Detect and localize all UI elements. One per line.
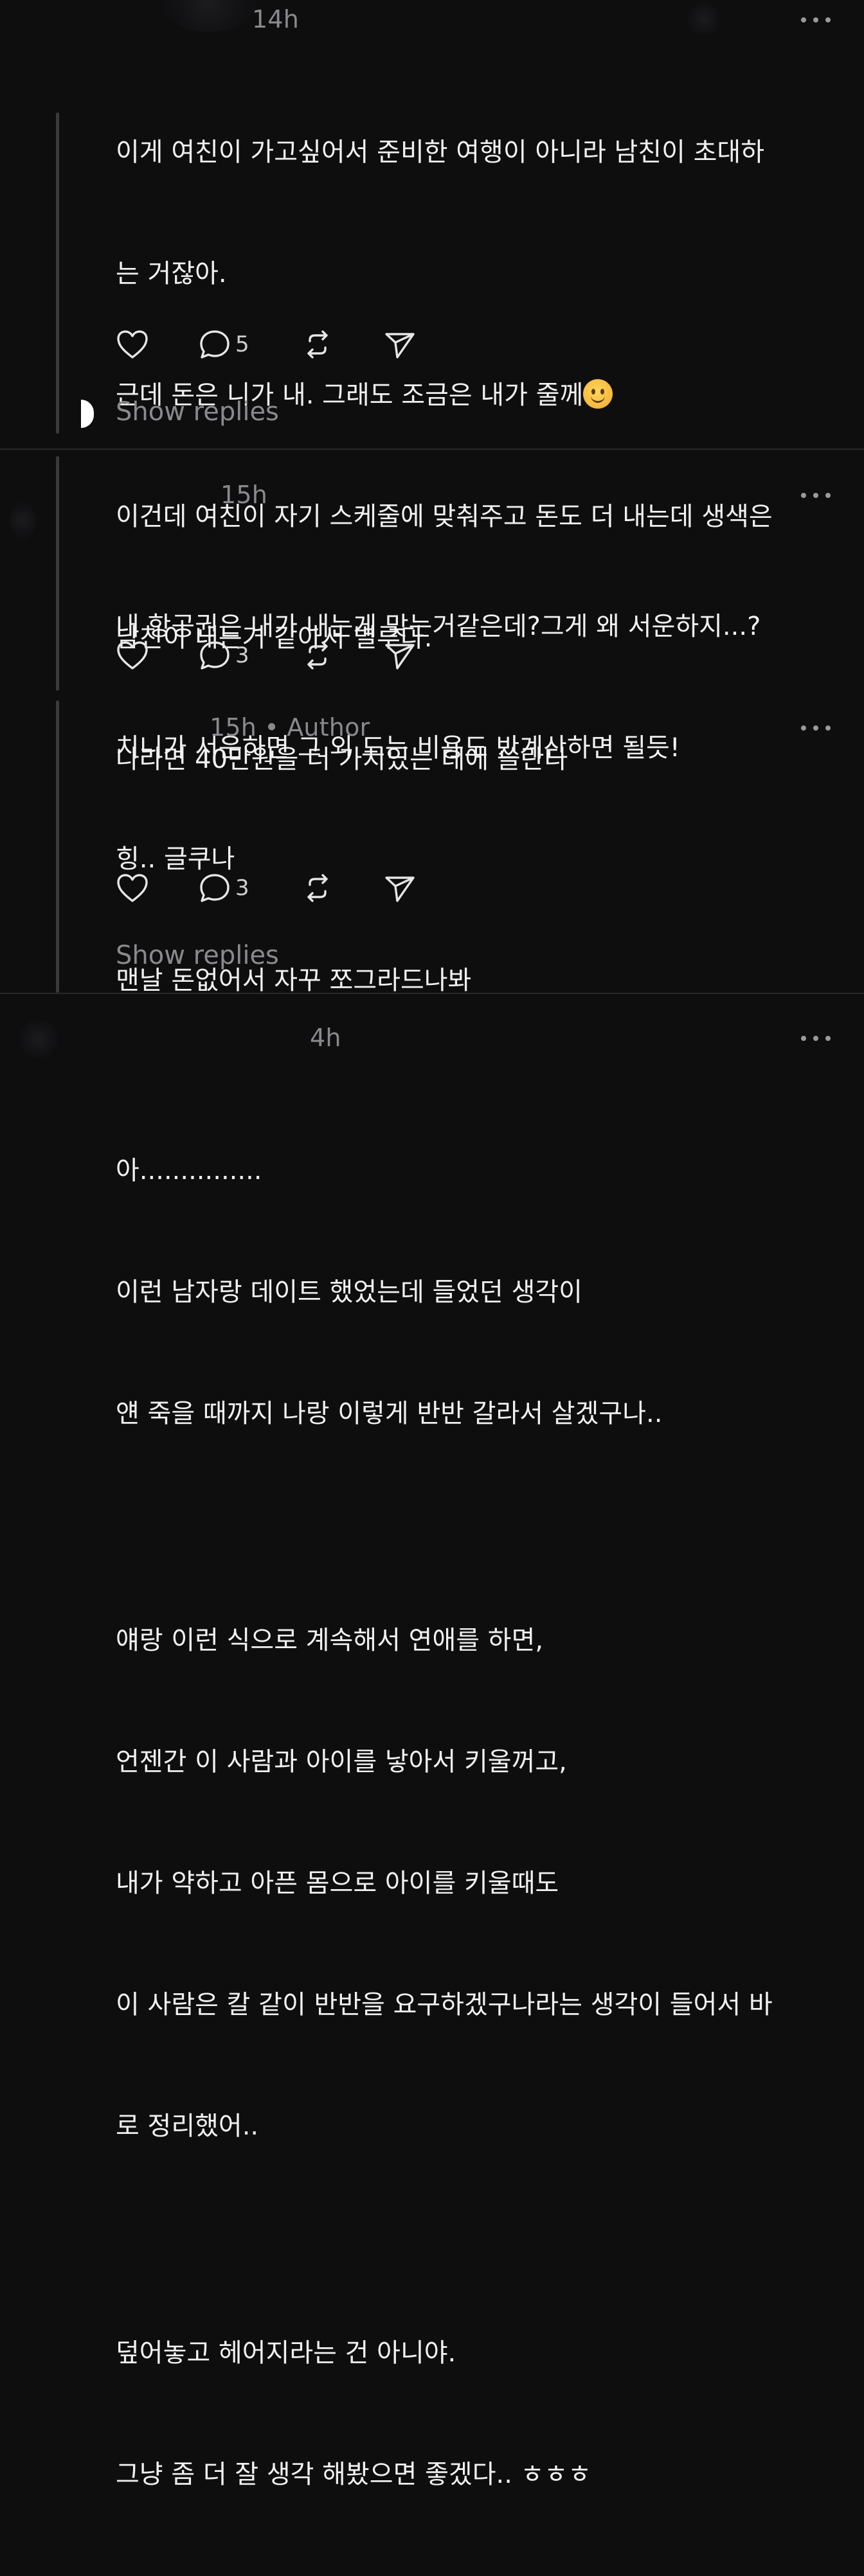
repost-button[interactable] [301,870,383,906]
smiling-face-icon [583,379,613,409]
repost-icon [307,874,328,902]
comment-bubble-icon [200,641,230,670]
action-bar: 3 [116,637,435,673]
like-button[interactable] [116,870,198,906]
reply-button[interactable]: 5 [198,326,301,362]
author-tag: • Author [264,713,370,742]
comment-bubble-icon [200,874,230,902]
like-button[interactable] [116,326,198,362]
comment-bubble-icon [200,330,230,359]
thread-line [56,700,59,993]
like-button[interactable] [116,637,198,673]
send-icon [385,644,415,670]
reply-count: 3 [235,875,249,901]
thread-line [56,456,59,691]
comment-1: 14h 이게 여친이 가고싶어서 준비한 여행이 아니라 남친이 초대하 는 거… [0,0,864,774]
reply-button[interactable]: 3 [198,637,301,673]
send-icon [385,333,415,359]
share-button[interactable] [383,870,435,906]
comment-3: 4h 아............... 이런 남자랑 데이트 했었는데 들었던 … [0,994,864,2489]
heart-icon [117,330,148,359]
comment-time: 15h • Author [210,713,370,742]
comment-time: 15h [221,481,268,509]
heart-icon [117,874,148,902]
thread-line [56,112,59,434]
more-options-button[interactable] [801,1034,831,1043]
share-button[interactable] [383,637,435,673]
reply-button[interactable]: 3 [198,870,301,906]
show-replies-link[interactable]: Show replies [116,397,279,427]
repost-button[interactable] [301,637,383,673]
reply-count: 3 [235,643,249,668]
avatar[interactable] [10,501,35,540]
comment-text: 아............... 이런 남자랑 데이트 했었는데 들었던 생각이… [116,1156,773,2489]
avatar[interactable] [19,1020,58,1058]
comment-2: 15h 내 항공권은 내가 내는게 맞는거같은데?그게 왜 서운하지...? 치… [0,450,864,1002]
avatar[interactable] [161,0,257,32]
share-button[interactable] [383,326,435,362]
repost-icon [307,330,328,359]
more-options-button[interactable] [801,491,831,500]
send-icon [385,876,415,902]
replies-avatar-icon [81,400,94,428]
heart-icon [117,641,148,670]
reply-count: 5 [235,332,249,357]
more-options-button[interactable] [801,724,831,733]
moon-icon[interactable] [688,3,720,35]
comment-time: 4h [310,1024,341,1052]
show-replies-link[interactable]: Show replies [116,941,279,970]
comment-time: 14h [252,5,300,33]
action-bar: 3 [116,870,435,906]
more-options-button[interactable] [801,15,831,24]
repost-icon [307,641,328,670]
action-bar: 5 [116,326,435,362]
repost-button[interactable] [301,326,383,362]
